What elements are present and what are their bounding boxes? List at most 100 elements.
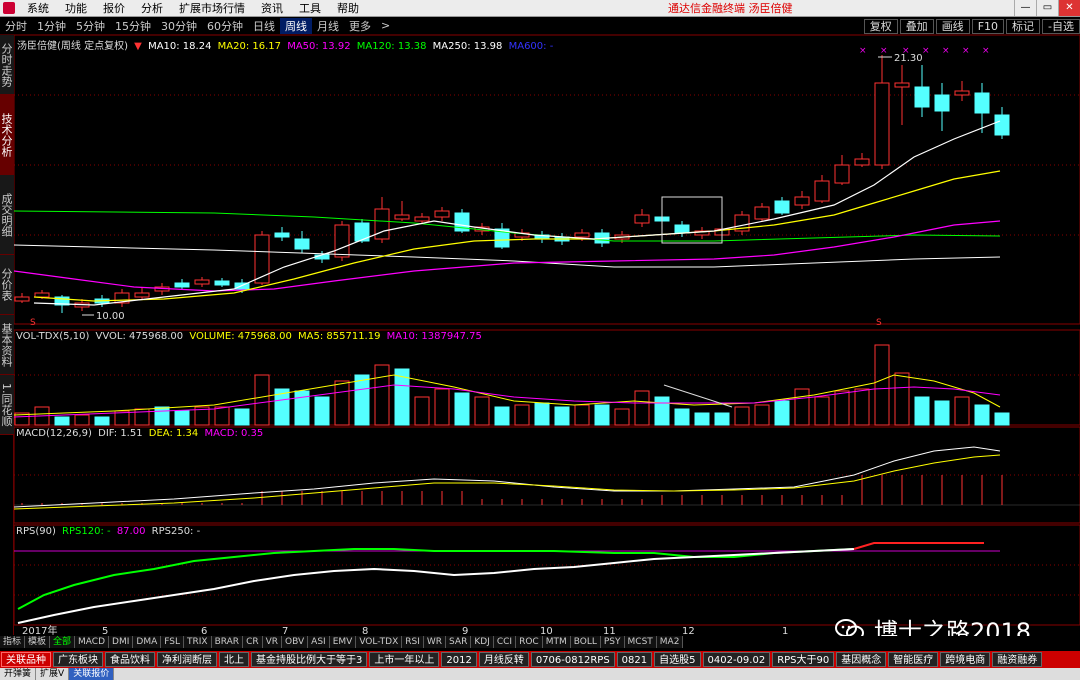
- indicator-tab[interactable]: FSL: [161, 636, 184, 648]
- legend-arrow-icon: ▼: [134, 41, 142, 52]
- indicator-tab[interactable]: ROC: [516, 636, 543, 648]
- menu-info[interactable]: 资讯: [253, 0, 291, 16]
- indicator-tab[interactable]: BRAR: [211, 636, 244, 648]
- mark-button[interactable]: 标记: [1006, 18, 1041, 34]
- indicator-tab[interactable]: CR: [243, 636, 263, 648]
- terminal-title: 通达信金融终端 汤臣倍健: [668, 2, 793, 15]
- close-button[interactable]: ✕: [1058, 0, 1080, 16]
- indicator-tab[interactable]: SAR: [446, 636, 472, 648]
- tab-trade-details[interactable]: 成交明细: [0, 175, 14, 255]
- indicator-tab[interactable]: TRIX: [184, 636, 212, 648]
- sector-tab[interactable]: 基金持股比例大于等于3: [251, 652, 368, 667]
- indicator-tab[interactable]: DMA: [133, 636, 162, 648]
- candle-body: [14, 296, 30, 302]
- volume-bar: [854, 388, 870, 426]
- tab-technical-analysis[interactable]: 技术分析: [0, 95, 14, 175]
- sector-tab[interactable]: 2012: [441, 652, 477, 667]
- sector-tab[interactable]: 食品饮料: [105, 652, 155, 667]
- sector-tab[interactable]: 自选股5: [654, 652, 701, 667]
- period-1min[interactable]: 1分钟: [32, 18, 71, 34]
- sector-tab[interactable]: 关联品种: [1, 652, 51, 667]
- sector-tab[interactable]: 北上: [219, 652, 249, 667]
- svg-text:×: ×: [962, 46, 970, 56]
- draw-line-button[interactable]: 画线: [935, 18, 970, 34]
- volume-bar: [234, 408, 250, 426]
- period-more[interactable]: 更多: [344, 18, 376, 34]
- candle-body: [974, 92, 990, 114]
- period-60min[interactable]: 60分钟: [202, 18, 248, 34]
- svg-text:6: 6: [201, 626, 207, 635]
- volume-bar: [534, 402, 550, 426]
- indicator-tab[interactable]: MA2: [656, 636, 684, 648]
- watchlist-button[interactable]: -自选: [1042, 18, 1080, 34]
- indicator-tab[interactable]: VOL-TDX: [356, 636, 403, 648]
- sector-tab[interactable]: 上市一年以上: [369, 652, 440, 667]
- tab-price-table[interactable]: 分价表: [0, 255, 14, 315]
- indicator-tab[interactable]: EMV: [329, 636, 357, 648]
- sector-tab[interactable]: 基因概念: [836, 652, 887, 667]
- overlay-button[interactable]: 叠加: [899, 18, 934, 34]
- indicator-tab[interactable]: PSY: [600, 636, 625, 648]
- sector-tab[interactable]: 融资融券: [992, 652, 1043, 667]
- indicator-tab[interactable]: 指标: [0, 636, 26, 648]
- period-weekly[interactable]: 周线: [280, 17, 312, 34]
- indicator-tab[interactable]: DMI: [109, 636, 134, 648]
- indicator-tab[interactable]: WR: [423, 636, 447, 648]
- period-next-arrow[interactable]: >: [376, 19, 395, 32]
- indicator-tab[interactable]: 全部: [50, 636, 76, 648]
- volume-bar: [714, 412, 730, 426]
- maximize-button[interactable]: ▭: [1036, 0, 1058, 16]
- indicator-tab[interactable]: MCST: [624, 636, 657, 648]
- vol-vvol: VVOL: 475968.00: [95, 331, 184, 342]
- period-monthly[interactable]: 月线: [312, 18, 344, 34]
- menu-system[interactable]: 系统: [19, 0, 57, 16]
- tab-intraday-trend[interactable]: 分时走势: [0, 35, 14, 95]
- volume-bar: [474, 396, 490, 426]
- indicator-tab[interactable]: OBV: [282, 636, 309, 648]
- indicator-tab[interactable]: MACD: [75, 636, 110, 648]
- menu-extended-market[interactable]: 扩展市场行情: [171, 0, 253, 16]
- menu-analysis[interactable]: 分析: [133, 0, 171, 16]
- period-15min[interactable]: 15分钟: [110, 18, 156, 34]
- menu-quote[interactable]: 报价: [95, 0, 133, 16]
- indicator-tab[interactable]: CCI: [493, 636, 517, 648]
- sector-tab[interactable]: 0821: [616, 652, 653, 667]
- f10-button[interactable]: F10: [971, 18, 1005, 34]
- status-extend[interactable]: 扩展V: [36, 668, 70, 680]
- period-intraday[interactable]: 分时: [0, 18, 32, 34]
- candle-body: [834, 164, 850, 184]
- sector-tab[interactable]: 智能医疗: [888, 652, 939, 667]
- macd-legend: MACD(12,26,9) DIF: 1.51 DEA: 1.34 MACD: …: [16, 428, 266, 439]
- vertical-tabs: 分时走势 技术分析 成交明细 分价表 基本资料 1.同花顺: [0, 35, 14, 635]
- period-30min[interactable]: 30分钟: [156, 18, 202, 34]
- status-spring[interactable]: 开弹簧: [0, 668, 37, 680]
- tab-basic-info[interactable]: 基本资料: [0, 315, 14, 375]
- svg-text:×: ×: [880, 46, 888, 56]
- sector-tab[interactable]: 0402-09.02: [702, 652, 771, 667]
- indicator-tab[interactable]: 模板: [25, 636, 51, 648]
- menu-tools[interactable]: 工具: [291, 0, 329, 16]
- sector-tab[interactable]: 净利润断层: [157, 652, 217, 667]
- sector-tab[interactable]: RPS大于90: [772, 652, 835, 667]
- sector-tab[interactable]: 广东板块: [53, 652, 103, 667]
- sector-tab[interactable]: 跨境电商: [940, 652, 991, 667]
- adjust-button[interactable]: 复权: [863, 18, 898, 34]
- volume-bar: [294, 390, 310, 426]
- menu-function[interactable]: 功能: [57, 0, 95, 16]
- indicator-tab[interactable]: RSI: [402, 636, 424, 648]
- svg-text:11: 11: [603, 626, 616, 635]
- sector-tab[interactable]: 0706-0812RPS: [530, 652, 615, 667]
- indicator-tab[interactable]: ASI: [308, 636, 330, 648]
- status-related-quote[interactable]: 关联报价: [69, 668, 115, 680]
- menu-help[interactable]: 帮助: [329, 0, 367, 16]
- indicator-tab[interactable]: KDJ: [471, 636, 494, 648]
- indicator-tab[interactable]: VR: [262, 636, 283, 648]
- indicator-tab[interactable]: BOLL: [570, 636, 601, 648]
- sector-tab[interactable]: 月线反转: [478, 652, 529, 667]
- period-daily[interactable]: 日线: [248, 18, 280, 34]
- period-5min[interactable]: 5分钟: [71, 18, 110, 34]
- volume-bar: [834, 390, 850, 426]
- tab-tonghuashun[interactable]: 1.同花顺: [0, 375, 14, 435]
- indicator-tab[interactable]: MTM: [542, 636, 571, 648]
- minimize-button[interactable]: —: [1014, 0, 1036, 16]
